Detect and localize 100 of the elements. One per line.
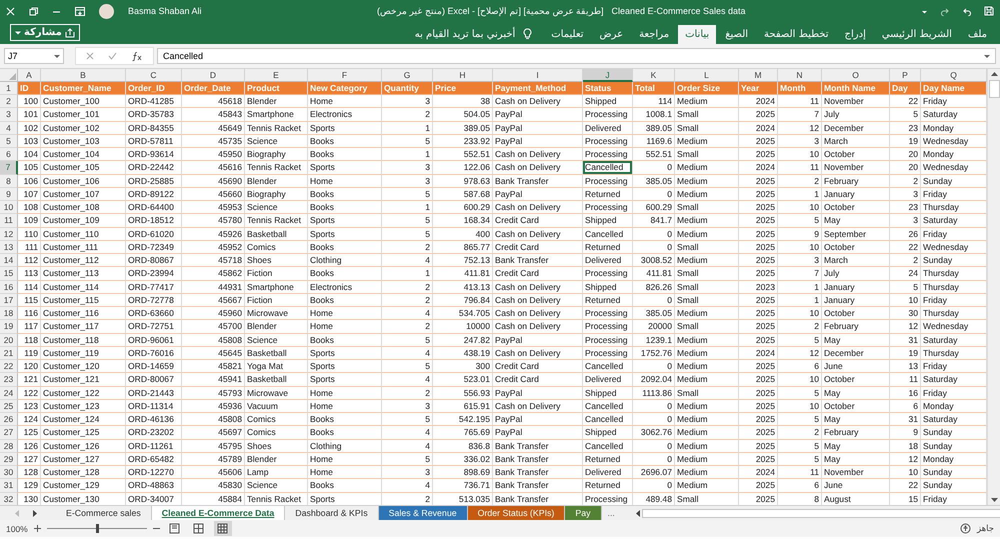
row-header[interactable]: 15	[0, 267, 18, 280]
row-header[interactable]: 8	[0, 174, 18, 188]
column-header[interactable]: N	[778, 69, 822, 82]
row-header[interactable]: 9	[0, 188, 18, 201]
column-header[interactable]: K	[633, 69, 675, 82]
row-header[interactable]: 11	[0, 214, 18, 228]
sheet-tab[interactable]: Sales & Revenue	[378, 506, 468, 520]
row-header[interactable]: 27	[0, 426, 18, 440]
tell-me-field[interactable]: أخبرني بما تريد القيام به	[414, 25, 516, 44]
row-header[interactable]: 26	[0, 413, 18, 426]
row-header[interactable]: 20	[0, 334, 18, 347]
column-header[interactable]: E	[245, 69, 308, 82]
sheet-tab[interactable]: Order Status (KPIs)	[468, 506, 566, 520]
restore-icon[interactable]	[29, 6, 38, 16]
ribbon-tab[interactable]: تخطيط الصفحة	[757, 25, 836, 44]
row-header[interactable]: 16	[0, 280, 18, 294]
row-header[interactable]: 6	[0, 148, 18, 162]
zoom-level[interactable]: 100%	[6, 524, 28, 534]
page-layout-icon[interactable]	[169, 523, 180, 534]
redo-icon[interactable]	[940, 6, 950, 16]
table-cell: 7	[778, 108, 822, 122]
row-header[interactable]: 12	[0, 228, 18, 241]
row-header[interactable]: 19	[0, 320, 18, 334]
row-header[interactable]: 25	[0, 400, 18, 413]
row-header[interactable]: 14	[0, 254, 18, 268]
row-header[interactable]: 1	[0, 82, 18, 95]
undo-icon[interactable]	[962, 6, 972, 16]
ribbon-display-icon[interactable]	[75, 6, 85, 16]
ribbon-tab[interactable]: تعليمات	[544, 25, 590, 44]
ribbon-tab[interactable]: الصيغ	[718, 25, 756, 44]
zoom-out-icon[interactable]	[152, 525, 160, 532]
row-header[interactable]: 21	[0, 346, 18, 360]
accessibility-icon[interactable]	[960, 523, 971, 534]
zoom-in-icon[interactable]	[34, 525, 41, 532]
ribbon-tab[interactable]: بيانات	[678, 25, 716, 44]
column-header[interactable]: A	[18, 69, 41, 82]
column-header[interactable]: M	[739, 69, 778, 82]
row-header[interactable]: 10	[0, 201, 18, 214]
check-icon[interactable]	[108, 52, 117, 60]
name-box[interactable]: J7	[4, 48, 64, 64]
row-header[interactable]: 3	[0, 108, 18, 122]
table-cell: ORD-80067	[126, 373, 182, 386]
row-header[interactable]: 24	[0, 386, 18, 400]
row-header[interactable]: 31	[0, 479, 18, 492]
row-header[interactable]: 4	[0, 122, 18, 135]
row-header[interactable]: 13	[0, 240, 18, 254]
grid-icon[interactable]	[217, 523, 228, 534]
row-header[interactable]: 22	[0, 360, 18, 374]
scrollbar-thumb[interactable]	[988, 80, 1000, 98]
column-header[interactable]: I	[493, 69, 583, 82]
close-icon[interactable]	[6, 6, 15, 16]
row-header[interactable]: 32	[0, 492, 18, 505]
table-cell: 102	[18, 122, 41, 135]
function-icon[interactable]	[131, 51, 143, 61]
column-header[interactable]: Q	[921, 69, 987, 82]
column-header[interactable]: F	[308, 69, 382, 82]
row-header[interactable]: 18	[0, 307, 18, 320]
ribbon-tab[interactable]: مراجعة	[632, 25, 676, 44]
row-header[interactable]: 29	[0, 452, 18, 466]
scroll-down-icon[interactable]	[990, 498, 998, 503]
row-header[interactable]: 28	[0, 440, 18, 453]
column-header[interactable]: P	[890, 69, 921, 82]
formula-field[interactable]: Cancelled	[157, 48, 996, 64]
table-cell: Small	[675, 108, 739, 122]
scroll-right-icon[interactable]	[33, 510, 38, 516]
row-header[interactable]: 30	[0, 466, 18, 480]
active-cell[interactable]: Cancelled	[583, 161, 633, 174]
row-header[interactable]: 7	[0, 161, 18, 174]
ribbon-tab[interactable]: ملف	[960, 25, 994, 44]
column-header[interactable]: L	[675, 69, 739, 82]
column-header[interactable]: J	[583, 69, 633, 82]
table-cell: 898.69	[433, 466, 493, 480]
sheet-tab[interactable]: Pay	[565, 506, 602, 520]
page-break-icon[interactable]	[193, 523, 204, 534]
lightbulb-icon[interactable]	[523, 28, 532, 40]
column-header[interactable]: D	[182, 69, 245, 82]
user-avatar[interactable]	[99, 4, 114, 18]
ribbon-tab[interactable]: الشريط الرئيسي	[874, 25, 959, 44]
scroll-up-icon[interactable]	[990, 71, 998, 76]
share-button[interactable]: مشاركة	[10, 24, 80, 41]
column-header[interactable]: C	[126, 69, 182, 82]
save-icon[interactable]	[984, 6, 994, 16]
column-header[interactable]: O	[822, 69, 890, 82]
column-header[interactable]: G	[382, 69, 433, 82]
sheet-tab[interactable]: Cleaned E-Commerce Data	[152, 506, 286, 520]
slider-thumb[interactable]	[96, 524, 99, 533]
more-sheets[interactable]: ...	[608, 508, 615, 518]
ribbon-tab[interactable]: إدراج	[838, 25, 873, 44]
row-header[interactable]: 23	[0, 373, 18, 386]
column-header[interactable]: B	[41, 69, 126, 82]
column-header[interactable]: H	[433, 69, 493, 82]
horizontal-scrollbar-thumb[interactable]	[642, 508, 1000, 518]
triangle-icon	[9, 73, 16, 80]
ribbon-tab[interactable]: عرض	[592, 25, 630, 44]
table-cell: ORD-11314	[126, 400, 182, 413]
row-header[interactable]: 5	[0, 134, 18, 148]
table-cell: 10	[778, 201, 822, 214]
row-header[interactable]: 17	[0, 294, 18, 307]
row-header[interactable]: 2	[0, 95, 18, 108]
table-cell: Shipped	[583, 95, 633, 108]
